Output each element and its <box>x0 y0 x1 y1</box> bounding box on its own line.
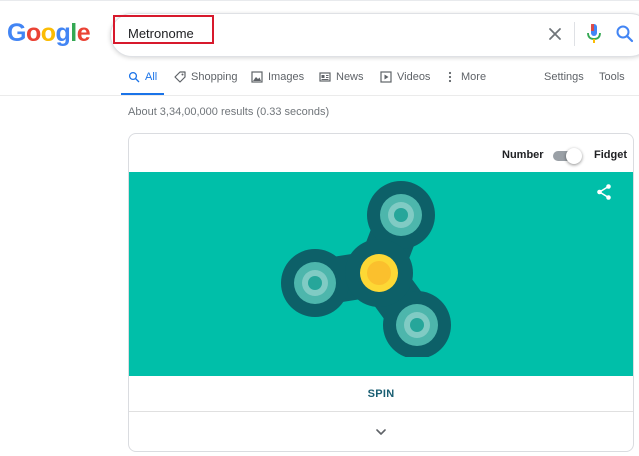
spinner-center-cap <box>360 254 398 292</box>
search-tabs: All Shopping Images News Videos More Set… <box>0 66 639 96</box>
tab-all[interactable]: All <box>128 71 157 83</box>
mode-toggle-switch[interactable] <box>552 148 582 164</box>
toggle-knob <box>566 148 582 164</box>
search-input[interactable]: Metronome <box>128 26 194 41</box>
spinner-bearing-left <box>294 262 336 304</box>
search-icon[interactable] <box>615 23 635 45</box>
tab-videos[interactable]: Videos <box>380 71 430 83</box>
tabs-divider <box>0 95 639 96</box>
tools-link[interactable]: Tools <box>599 71 625 83</box>
logo-letter: e <box>76 19 91 47</box>
close-icon[interactable] <box>545 24 565 44</box>
news-icon <box>319 72 331 82</box>
tab-more[interactable]: More <box>444 71 486 83</box>
mode-label-number: Number <box>502 149 544 161</box>
result-stats: About 3,34,00,000 results (0.33 seconds) <box>128 106 330 118</box>
chevron-down-icon <box>376 428 386 435</box>
tab-news[interactable]: News <box>319 71 364 83</box>
fidget-spinner-widget: Number Fidget SPIN <box>128 133 634 452</box>
expand-button[interactable] <box>129 412 633 451</box>
top-border <box>0 0 639 1</box>
logo-letter: o <box>25 19 41 47</box>
fidget-spinner[interactable] <box>279 177 454 357</box>
search-icon <box>128 71 140 83</box>
tab-label: News <box>336 71 364 83</box>
tab-label: Images <box>268 71 305 83</box>
logo-letter: g <box>55 19 71 47</box>
spin-button[interactable]: SPIN <box>129 376 633 412</box>
microphone-icon[interactable] <box>584 22 604 46</box>
share-icon[interactable] <box>595 183 613 201</box>
mode-label-fidget: Fidget <box>594 149 627 161</box>
spinner-stage <box>129 172 633 376</box>
tab-label: More <box>461 71 487 83</box>
tab-shopping[interactable]: Shopping <box>174 71 238 83</box>
more-vertical-icon <box>448 71 452 83</box>
tab-label: All <box>145 71 158 83</box>
spinner-bearing-top <box>380 194 422 236</box>
google-logo[interactable]: Google <box>7 18 91 48</box>
logo-letter: o <box>40 19 56 47</box>
spinner-bearing-bottom <box>396 304 438 346</box>
tab-images[interactable]: Images <box>251 71 304 83</box>
tab-label: Shopping <box>191 71 238 83</box>
tag-icon <box>174 71 186 83</box>
search-bar-divider <box>574 22 575 46</box>
settings-link[interactable]: Settings <box>544 71 584 83</box>
mode-toggle-row: Number Fidget <box>129 134 633 172</box>
play-icon <box>380 71 392 83</box>
image-icon <box>251 71 263 83</box>
tab-label: Videos <box>397 71 431 83</box>
logo-letter: G <box>7 19 26 47</box>
